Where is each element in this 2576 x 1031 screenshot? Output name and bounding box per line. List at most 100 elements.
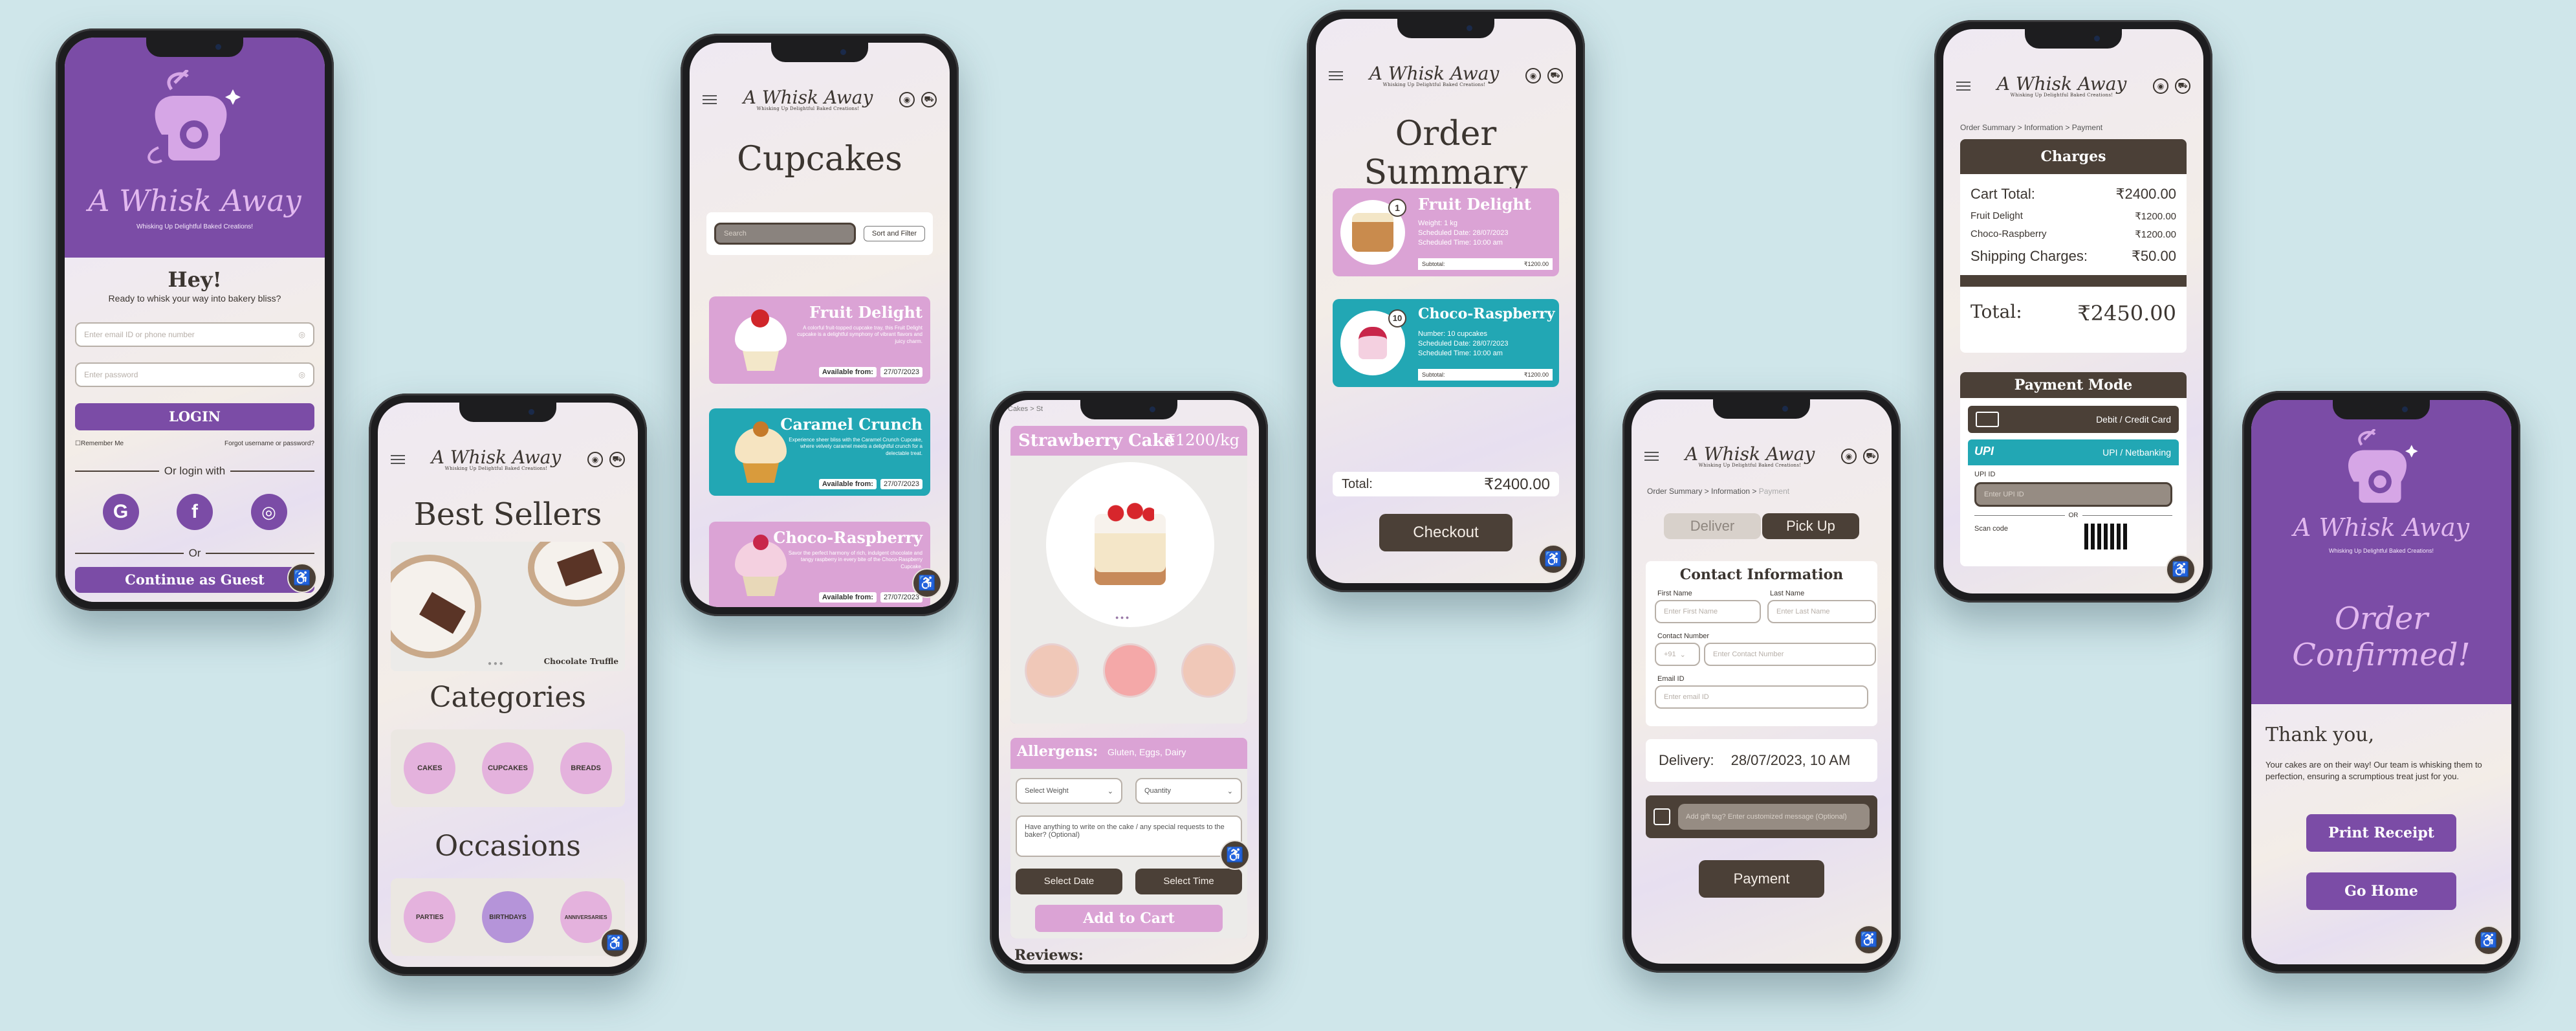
occasion-parties[interactable]: PARTIES bbox=[404, 891, 456, 943]
hamburger-menu-icon[interactable] bbox=[1329, 71, 1343, 80]
sort-filter-button[interactable]: Sort and Filter bbox=[863, 226, 925, 241]
checkbox-icon: ☐ bbox=[75, 440, 81, 447]
hamburger-menu-icon[interactable] bbox=[1956, 82, 1970, 91]
accessibility-icon[interactable]: ♿ bbox=[2474, 926, 2504, 955]
message-textarea[interactable]: Have anything to write on the cake / any… bbox=[1016, 815, 1242, 857]
header-logo[interactable]: A Whisk Away Whisking Up Delightful Baked… bbox=[723, 88, 893, 111]
payment-button[interactable]: Payment bbox=[1699, 860, 1824, 898]
availability: Available from: 27/07/2023 bbox=[818, 592, 922, 603]
notch bbox=[771, 43, 868, 62]
category-breads[interactable]: BREADS bbox=[560, 742, 612, 794]
cart-icon[interactable]: ⛟ bbox=[1547, 68, 1563, 83]
password-input[interactable]: Enter password ◎ bbox=[75, 362, 314, 387]
profile-icon[interactable]: ◉ bbox=[587, 452, 603, 467]
lock-icon: ◎ bbox=[298, 370, 305, 379]
thumb-2[interactable] bbox=[1103, 643, 1157, 698]
accessibility-icon[interactable]: ♿ bbox=[1538, 544, 1568, 574]
occasion-birthdays[interactable]: BIRTHDAYS bbox=[481, 891, 534, 943]
select-time-button[interactable]: Select Time bbox=[1135, 869, 1242, 894]
country-code-select[interactable]: +91 ⌄ bbox=[1655, 643, 1700, 666]
qr-code-icon[interactable] bbox=[2084, 524, 2130, 549]
gift-checkbox[interactable] bbox=[1654, 808, 1670, 825]
profile-icon[interactable]: ◉ bbox=[2153, 78, 2168, 94]
charges-title: Charges bbox=[1960, 139, 2187, 174]
accessibility-icon[interactable]: ♿ bbox=[287, 563, 317, 593]
breadcrumb[interactable]: Order Summary > Information > Payment bbox=[1960, 123, 2102, 132]
remember-me-checkbox[interactable]: ☐Remember Me bbox=[75, 440, 124, 447]
featured-carousel[interactable]: Chocolate Truffle ● ● ● bbox=[391, 542, 625, 671]
accessibility-icon[interactable]: ♿ bbox=[1220, 840, 1250, 870]
strawberry-topping bbox=[1106, 502, 1154, 524]
upi-option[interactable]: UPI UPI / Netbanking UPI ID Enter UPI ID… bbox=[1968, 439, 2179, 566]
category-cupcakes[interactable]: CUPCAKES bbox=[481, 742, 534, 794]
notch bbox=[2025, 29, 2122, 49]
google-icon[interactable]: G bbox=[102, 494, 139, 530]
phone-product: Cakes > St Strawberry Cake ₹1200/kg ● ● … bbox=[990, 391, 1268, 973]
product-card-caramel-crunch[interactable]: Caramel Crunch Experience sheer bliss wi… bbox=[709, 408, 930, 496]
upi-body: UPI ID Enter UPI ID OR Scan code bbox=[1968, 465, 2179, 566]
hamburger-menu-icon[interactable] bbox=[703, 95, 717, 104]
profile-icon[interactable]: ◉ bbox=[1841, 449, 1857, 464]
cart-icon[interactable]: ⛟ bbox=[921, 92, 937, 107]
profile-icon[interactable]: ◉ bbox=[1525, 68, 1541, 83]
breadcrumb[interactable]: Order Summary > Information > Payment bbox=[1647, 487, 1789, 496]
quantity-select[interactable]: Quantity ⌄ bbox=[1135, 778, 1242, 804]
product-price: ₹1200/kg bbox=[1165, 431, 1239, 449]
first-name-input[interactable]: Enter First Name bbox=[1655, 600, 1761, 623]
product-desc: A colorful fruit-topped cupcake tray, th… bbox=[797, 325, 922, 344]
weight-select[interactable]: Select Weight ⌄ bbox=[1016, 778, 1122, 804]
accessibility-icon[interactable]: ♿ bbox=[2166, 555, 2196, 584]
facebook-icon[interactable]: f bbox=[177, 494, 213, 530]
profile-icon[interactable]: ◉ bbox=[899, 92, 915, 107]
product-card-fruit-delight[interactable]: Fruit Delight A colorful fruit-topped cu… bbox=[709, 296, 930, 384]
contact-number-input[interactable]: Enter Contact Number bbox=[1704, 643, 1876, 666]
item-name: Fruit Delight bbox=[1418, 195, 1531, 214]
header-logo[interactable]: A Whisk Away Whisking Up Delightful Baked… bbox=[1349, 64, 1519, 87]
go-home-button[interactable]: Go Home bbox=[2306, 872, 2456, 910]
guest-button[interactable]: Continue as Guest bbox=[75, 567, 314, 593]
chevron-down-icon: ⌄ bbox=[1107, 787, 1113, 795]
gift-message-input[interactable]: Add gift tag? Enter customized message (… bbox=[1678, 804, 1870, 830]
phone-login: A Whisk Away Whisking Up Delightful Bake… bbox=[56, 28, 334, 611]
cart-icon[interactable]: ⛟ bbox=[2175, 78, 2190, 94]
forgot-link[interactable]: Forgot username or password? bbox=[224, 440, 314, 447]
accessibility-icon[interactable]: ♿ bbox=[912, 568, 942, 598]
first-name-label: First Name bbox=[1657, 590, 1692, 597]
summary-item-fruit-delight[interactable]: 1 Fruit Delight Weight: 1 kg Scheduled D… bbox=[1333, 188, 1559, 276]
thumb-3[interactable] bbox=[1181, 643, 1236, 698]
accessibility-icon[interactable]: ♿ bbox=[600, 928, 630, 958]
upi-id-input[interactable]: Enter UPI ID bbox=[1974, 482, 2172, 507]
pickup-tab[interactable]: Pick Up bbox=[1762, 513, 1859, 539]
summary-item-choco-raspberry[interactable]: 10 Choco-Raspberry Number: 10 cupcakes S… bbox=[1333, 299, 1559, 387]
search-bar: Search Sort and Filter bbox=[706, 212, 933, 255]
instagram-icon[interactable]: ◎ bbox=[250, 494, 287, 530]
confirmed-title: Order Confirmed! bbox=[2292, 601, 2471, 673]
search-input[interactable]: Search bbox=[714, 223, 856, 245]
print-receipt-button[interactable]: Print Receipt bbox=[2306, 814, 2456, 852]
deliver-tab[interactable]: Deliver bbox=[1664, 513, 1761, 539]
breadcrumb[interactable]: Cakes > St bbox=[1008, 405, 1043, 413]
qty-badge: 1 bbox=[1388, 199, 1406, 217]
thumb-1[interactable] bbox=[1025, 643, 1079, 698]
cart-icon[interactable]: ⛟ bbox=[1863, 449, 1879, 464]
category-cakes[interactable]: CAKES bbox=[404, 742, 456, 794]
email-input[interactable]: Enter email ID or phone number ◎ bbox=[75, 322, 314, 347]
header-logo[interactable]: A Whisk Away Whisking Up Delightful Baked… bbox=[1665, 445, 1835, 468]
hamburger-menu-icon[interactable] bbox=[1644, 452, 1659, 461]
accessibility-icon[interactable]: ♿ bbox=[1854, 925, 1884, 955]
add-to-cart-button[interactable]: Add to Cart bbox=[1035, 905, 1223, 932]
select-date-button[interactable]: Select Date bbox=[1016, 869, 1122, 894]
hamburger-menu-icon[interactable] bbox=[391, 455, 405, 464]
checkout-button[interactable]: Checkout bbox=[1379, 514, 1512, 551]
confirmed-message: Your cakes are on their way! Our team is… bbox=[2265, 760, 2482, 782]
cart-icon[interactable]: ⛟ bbox=[609, 452, 625, 467]
product-card-choco-raspberry[interactable]: Choco-Raspberry Savor the perfect harmon… bbox=[709, 522, 930, 607]
header-logo[interactable]: A Whisk Away Whisking Up Delightful Baked… bbox=[1977, 74, 2146, 98]
product-screen: Cakes > St Strawberry Cake ₹1200/kg ● ● … bbox=[999, 400, 1259, 964]
email-input[interactable]: Enter email ID bbox=[1655, 685, 1868, 709]
last-name-input[interactable]: Enter Last Name bbox=[1767, 600, 1876, 623]
delivery-row[interactable]: Delivery: 28/07/2023, 10 AM bbox=[1646, 739, 1877, 782]
header-logo[interactable]: A Whisk Away Whisking Up Delightful Baked… bbox=[411, 448, 581, 471]
card-option[interactable]: Debit / Credit Card bbox=[1968, 406, 2179, 433]
login-button[interactable]: LOGIN bbox=[75, 403, 314, 430]
